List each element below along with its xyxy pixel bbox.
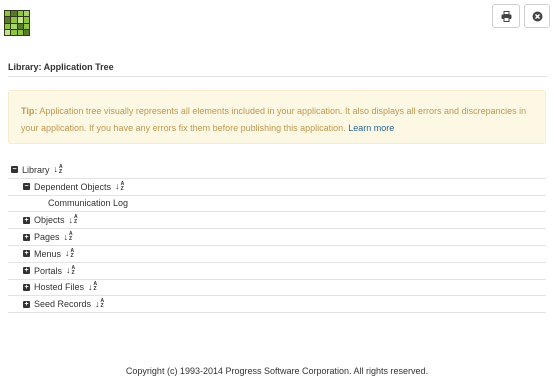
sort-az-icon[interactable]: ↓ A Z bbox=[65, 248, 74, 259]
tip-alert: Tip: Application tree visually represent… bbox=[8, 90, 546, 144]
tree-item-label[interactable]: Communication Log bbox=[48, 198, 128, 208]
close-circle-icon bbox=[532, 11, 542, 21]
printer-icon bbox=[501, 10, 511, 22]
tree-item: + Portals ↓ A Z bbox=[8, 263, 546, 280]
collapse-icon[interactable]: − bbox=[23, 183, 30, 191]
expand-icon[interactable]: + bbox=[23, 300, 30, 308]
tree-item-label[interactable]: Dependent Objects bbox=[34, 182, 111, 192]
close-button[interactable] bbox=[524, 4, 550, 28]
tree-item-label[interactable]: Portals bbox=[34, 266, 62, 276]
tree-item-label[interactable]: Menus bbox=[34, 249, 61, 259]
collapse-icon[interactable]: − bbox=[11, 166, 18, 174]
tree-item: + Seed Records ↓ A Z bbox=[8, 296, 546, 314]
learn-more-link[interactable]: Learn more bbox=[348, 123, 394, 133]
sort-az-icon[interactable]: ↓ A Z bbox=[115, 181, 124, 192]
tree-item: + Menus ↓ A Z bbox=[8, 246, 546, 263]
sort-az-icon[interactable]: ↓ A Z bbox=[95, 299, 104, 309]
tree-item-label[interactable]: Objects bbox=[34, 215, 65, 225]
application-tree: − Library ↓ A Z − Dependent Objects ↓ A Z Commu… bbox=[8, 162, 546, 314]
tree-item-label[interactable]: Seed Records bbox=[34, 299, 91, 309]
tree-item: − Dependent Objects ↓ A Z bbox=[8, 179, 546, 196]
sort-az-icon[interactable]: ↓ A Z bbox=[64, 232, 73, 242]
sort-az-icon[interactable]: ↓ A Z bbox=[66, 265, 75, 276]
sort-az-icon[interactable]: ↓ A Z bbox=[88, 282, 97, 292]
tree-root: − Library ↓ A Z bbox=[8, 162, 546, 179]
tip-label: Tip: bbox=[21, 106, 38, 116]
tree-item: Communication Log bbox=[8, 196, 546, 213]
expand-icon[interactable]: + bbox=[23, 267, 30, 275]
footer-copyright: Copyright (c) 1993-2014 Progress Softwar… bbox=[125, 366, 429, 376]
tree-item: + Hosted Files ↓ A Z bbox=[8, 280, 546, 297]
expand-icon[interactable]: + bbox=[23, 283, 30, 291]
sort-az-icon[interactable]: ↓ A Z bbox=[54, 164, 63, 175]
page-title: Library: Application Tree bbox=[8, 62, 114, 72]
expand-icon[interactable]: + bbox=[23, 216, 30, 224]
sort-az-icon[interactable]: ↓ A Z bbox=[69, 215, 78, 225]
title-divider bbox=[8, 76, 548, 77]
tree-root-label[interactable]: Library bbox=[22, 165, 50, 175]
app-logo bbox=[4, 10, 30, 36]
expand-icon[interactable]: + bbox=[23, 250, 30, 258]
expand-icon[interactable]: + bbox=[23, 233, 30, 241]
tree-item: + Pages ↓ A Z bbox=[8, 229, 546, 246]
tree-item-label[interactable]: Pages bbox=[34, 232, 60, 242]
tree-item-label[interactable]: Hosted Files bbox=[34, 282, 84, 292]
print-button[interactable] bbox=[492, 4, 520, 28]
tip-text: Application tree visually represents all… bbox=[21, 106, 527, 133]
tree-item: + Objects ↓ A Z bbox=[8, 212, 546, 230]
